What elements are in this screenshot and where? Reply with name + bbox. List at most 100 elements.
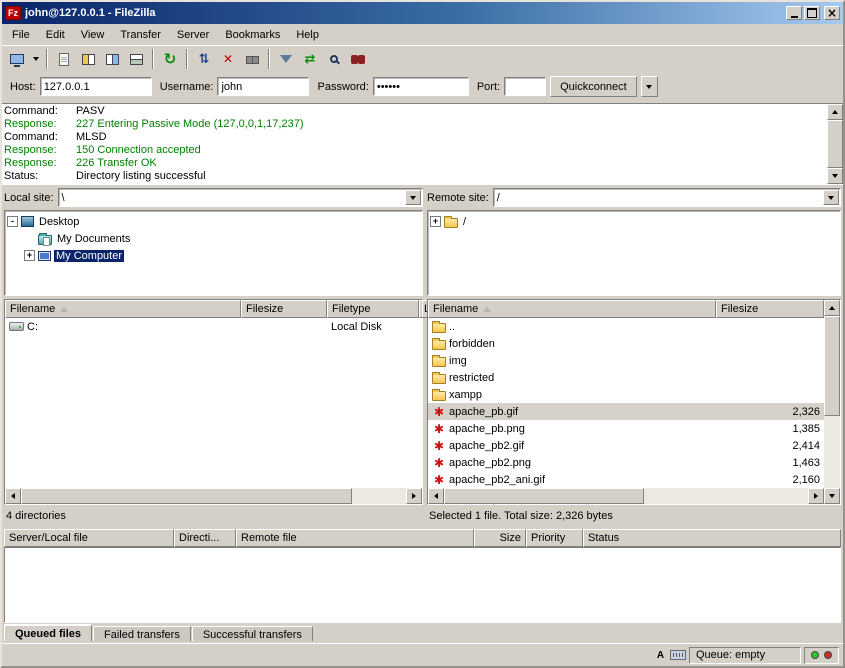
status-bar: Queue: empty	[2, 643, 843, 666]
remote-site-combo[interactable]: /	[493, 188, 841, 207]
expand-icon[interactable]	[24, 250, 35, 261]
tree-item-my-computer[interactable]: My Computer	[7, 247, 420, 264]
tab-successful-transfers[interactable]: Successful transfers	[192, 626, 313, 642]
column-filename[interactable]: Filename	[5, 300, 241, 318]
local-tree-icon	[82, 54, 95, 65]
local-horizontal-scrollbar[interactable]	[5, 488, 422, 504]
refresh-button[interactable]	[158, 48, 182, 71]
message-log-icon	[59, 53, 69, 66]
column-server-local-file[interactable]: Server/Local file	[4, 529, 174, 547]
remote-file-row-selected[interactable]: apache_pb.gif 2,326	[428, 403, 824, 420]
remote-file-row[interactable]: forbidden	[428, 335, 824, 352]
remote-vertical-scrollbar[interactable]	[824, 300, 840, 504]
minimize-button[interactable]	[786, 6, 802, 20]
scrollbar-thumb[interactable]	[21, 488, 352, 504]
queue-view-icon	[130, 54, 143, 65]
compare-directories-button[interactable]	[298, 48, 322, 71]
tree-item-desktop[interactable]: Desktop	[7, 213, 420, 230]
maximize-button[interactable]	[804, 6, 820, 20]
menu-transfer[interactable]: Transfer	[112, 26, 169, 44]
quickconnect-dropdown-button[interactable]	[641, 76, 658, 97]
activity-indicator-panel	[804, 647, 839, 664]
log-scrollbar[interactable]	[827, 104, 843, 184]
remote-file-row[interactable]: apache_pb.png 1,385	[428, 420, 824, 437]
tree-item-my-documents[interactable]: My Documents	[7, 230, 420, 247]
local-site-combo[interactable]: \	[58, 188, 423, 207]
site-manager-button[interactable]	[5, 48, 29, 71]
remote-file-row[interactable]: apache_pb2_ani.gif 2,160	[428, 471, 824, 488]
scroll-right-button[interactable]	[808, 488, 824, 504]
column-size[interactable]: Size	[474, 529, 526, 547]
menu-help[interactable]: Help	[288, 26, 327, 44]
remote-file-row[interactable]: xampp	[428, 386, 824, 403]
scroll-right-button[interactable]	[406, 488, 422, 504]
scroll-left-button[interactable]	[5, 488, 21, 504]
scrollbar-thumb[interactable]	[444, 488, 644, 504]
column-filetype[interactable]: Filetype	[327, 300, 419, 318]
queue-header: Server/Local file Directi... Remote file…	[4, 529, 841, 547]
menu-server[interactable]: Server	[169, 26, 217, 44]
local-pane: Local site: \ Desktop My Documents	[4, 187, 423, 525]
username-input[interactable]	[217, 77, 309, 96]
local-site-label: Local site:	[4, 192, 54, 204]
quickconnect-button[interactable]: Quickconnect	[550, 76, 637, 97]
toggle-message-log-button[interactable]	[52, 48, 76, 71]
cancel-operation-button[interactable]	[216, 48, 240, 71]
close-button[interactable]	[824, 6, 840, 20]
remote-file-row[interactable]: apache_pb2.png 1,463	[428, 454, 824, 471]
scrollbar-thumb[interactable]	[824, 316, 840, 416]
tab-failed-transfers[interactable]: Failed transfers	[93, 626, 191, 642]
local-file-list: Filename Filesize Filetype L C: Local Di…	[4, 299, 423, 505]
toggle-local-tree-button[interactable]	[76, 48, 100, 71]
local-file-row[interactable]: C: Local Disk	[5, 318, 422, 335]
menu-file[interactable]: File	[4, 26, 38, 44]
refresh-icon	[164, 52, 177, 67]
password-input[interactable]	[373, 77, 469, 96]
remote-site-label: Remote site:	[427, 192, 489, 204]
menu-edit[interactable]: Edit	[38, 26, 73, 44]
remote-file-row[interactable]: restricted	[428, 369, 824, 386]
local-site-dropdown-button[interactable]	[405, 190, 421, 205]
remote-file-row[interactable]: ..	[428, 318, 824, 335]
folder-icon	[444, 218, 458, 228]
expand-icon[interactable]	[430, 216, 441, 227]
filter-button[interactable]	[274, 48, 298, 71]
scrollbar-thumb[interactable]	[827, 120, 843, 168]
tab-queued-files[interactable]: Queued files	[4, 624, 92, 643]
remote-file-row[interactable]: apache_pb2.gif 2,414	[428, 437, 824, 454]
scroll-left-button[interactable]	[428, 488, 444, 504]
process-queue-button[interactable]	[192, 48, 216, 71]
scroll-up-button[interactable]	[824, 300, 840, 316]
remote-site-dropdown-button[interactable]	[823, 190, 839, 205]
scroll-up-button[interactable]	[827, 104, 843, 120]
disconnect-button[interactable]	[240, 48, 264, 71]
send-activity-led-icon	[824, 651, 832, 659]
message-log: Command:PASV Response:227 Entering Passi…	[2, 103, 843, 185]
queue-body[interactable]	[4, 547, 841, 623]
toggle-queue-button[interactable]	[124, 48, 148, 71]
menu-bookmarks[interactable]: Bookmarks	[217, 26, 288, 44]
scroll-down-button[interactable]	[824, 488, 840, 504]
column-filename[interactable]: Filename	[428, 300, 716, 318]
column-filesize[interactable]: Filesize	[716, 300, 824, 318]
column-remote-file[interactable]: Remote file	[236, 529, 474, 547]
menu-view[interactable]: View	[73, 26, 113, 44]
remote-horizontal-scrollbar[interactable]	[428, 488, 824, 504]
column-status[interactable]: Status	[583, 529, 841, 547]
toolbar-separator	[186, 49, 188, 69]
host-input[interactable]	[40, 77, 152, 96]
column-filesize[interactable]: Filesize	[241, 300, 327, 318]
tree-item-root[interactable]: /	[430, 213, 838, 230]
column-direction[interactable]: Directi...	[174, 529, 236, 547]
title-bar: john@127.0.0.1 - FileZilla	[2, 2, 843, 24]
remote-file-row[interactable]: img	[428, 352, 824, 369]
site-manager-dropdown-button[interactable]	[29, 48, 42, 71]
scroll-down-button[interactable]	[827, 168, 843, 184]
find-files-button[interactable]	[346, 48, 370, 71]
sync-browsing-button[interactable]	[322, 48, 346, 71]
collapse-icon[interactable]	[7, 216, 18, 227]
toggle-remote-tree-button[interactable]	[100, 48, 124, 71]
arrow-right-icon	[412, 493, 416, 499]
column-priority[interactable]: Priority	[526, 529, 583, 547]
port-input[interactable]	[504, 77, 546, 96]
